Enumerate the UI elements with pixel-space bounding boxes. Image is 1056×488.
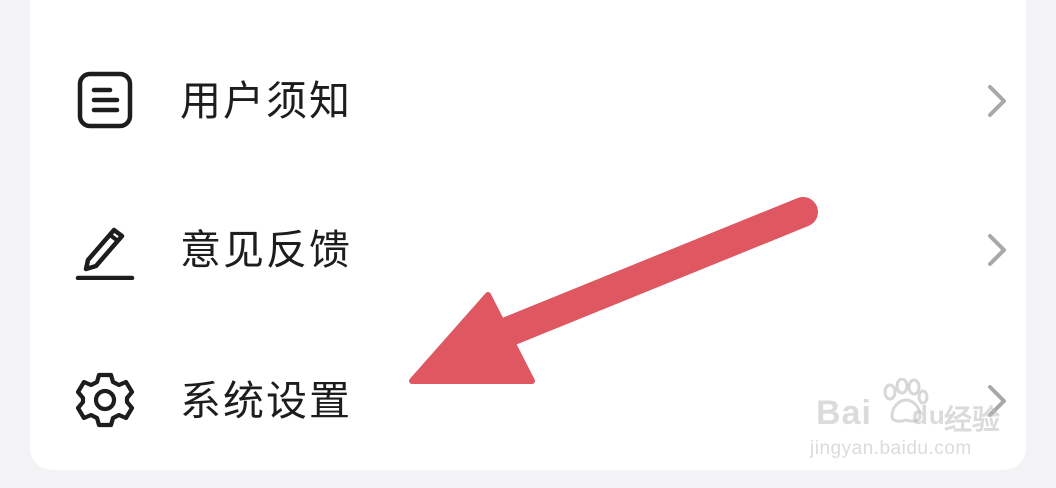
chevron-right-icon (988, 85, 1006, 117)
chevron-right-icon (988, 385, 1006, 417)
chevron-right-icon (988, 234, 1006, 266)
menu-item-label: 意见反馈 (180, 226, 352, 274)
pencil-icon (75, 227, 135, 280)
gear-icon (75, 372, 135, 428)
settings-menu-card: 用户须知 意见反馈 系统设置 (30, 0, 1026, 470)
document-icon (77, 71, 133, 129)
menu-item-user-notice[interactable]: 用户须知 (30, 47, 1026, 157)
menu-item-label: 用户须知 (180, 77, 352, 125)
menu-item-feedback[interactable]: 意见反馈 (30, 196, 1026, 306)
menu-item-label: 系统设置 (180, 377, 352, 425)
menu-item-system-settings[interactable]: 系统设置 (30, 347, 1026, 457)
